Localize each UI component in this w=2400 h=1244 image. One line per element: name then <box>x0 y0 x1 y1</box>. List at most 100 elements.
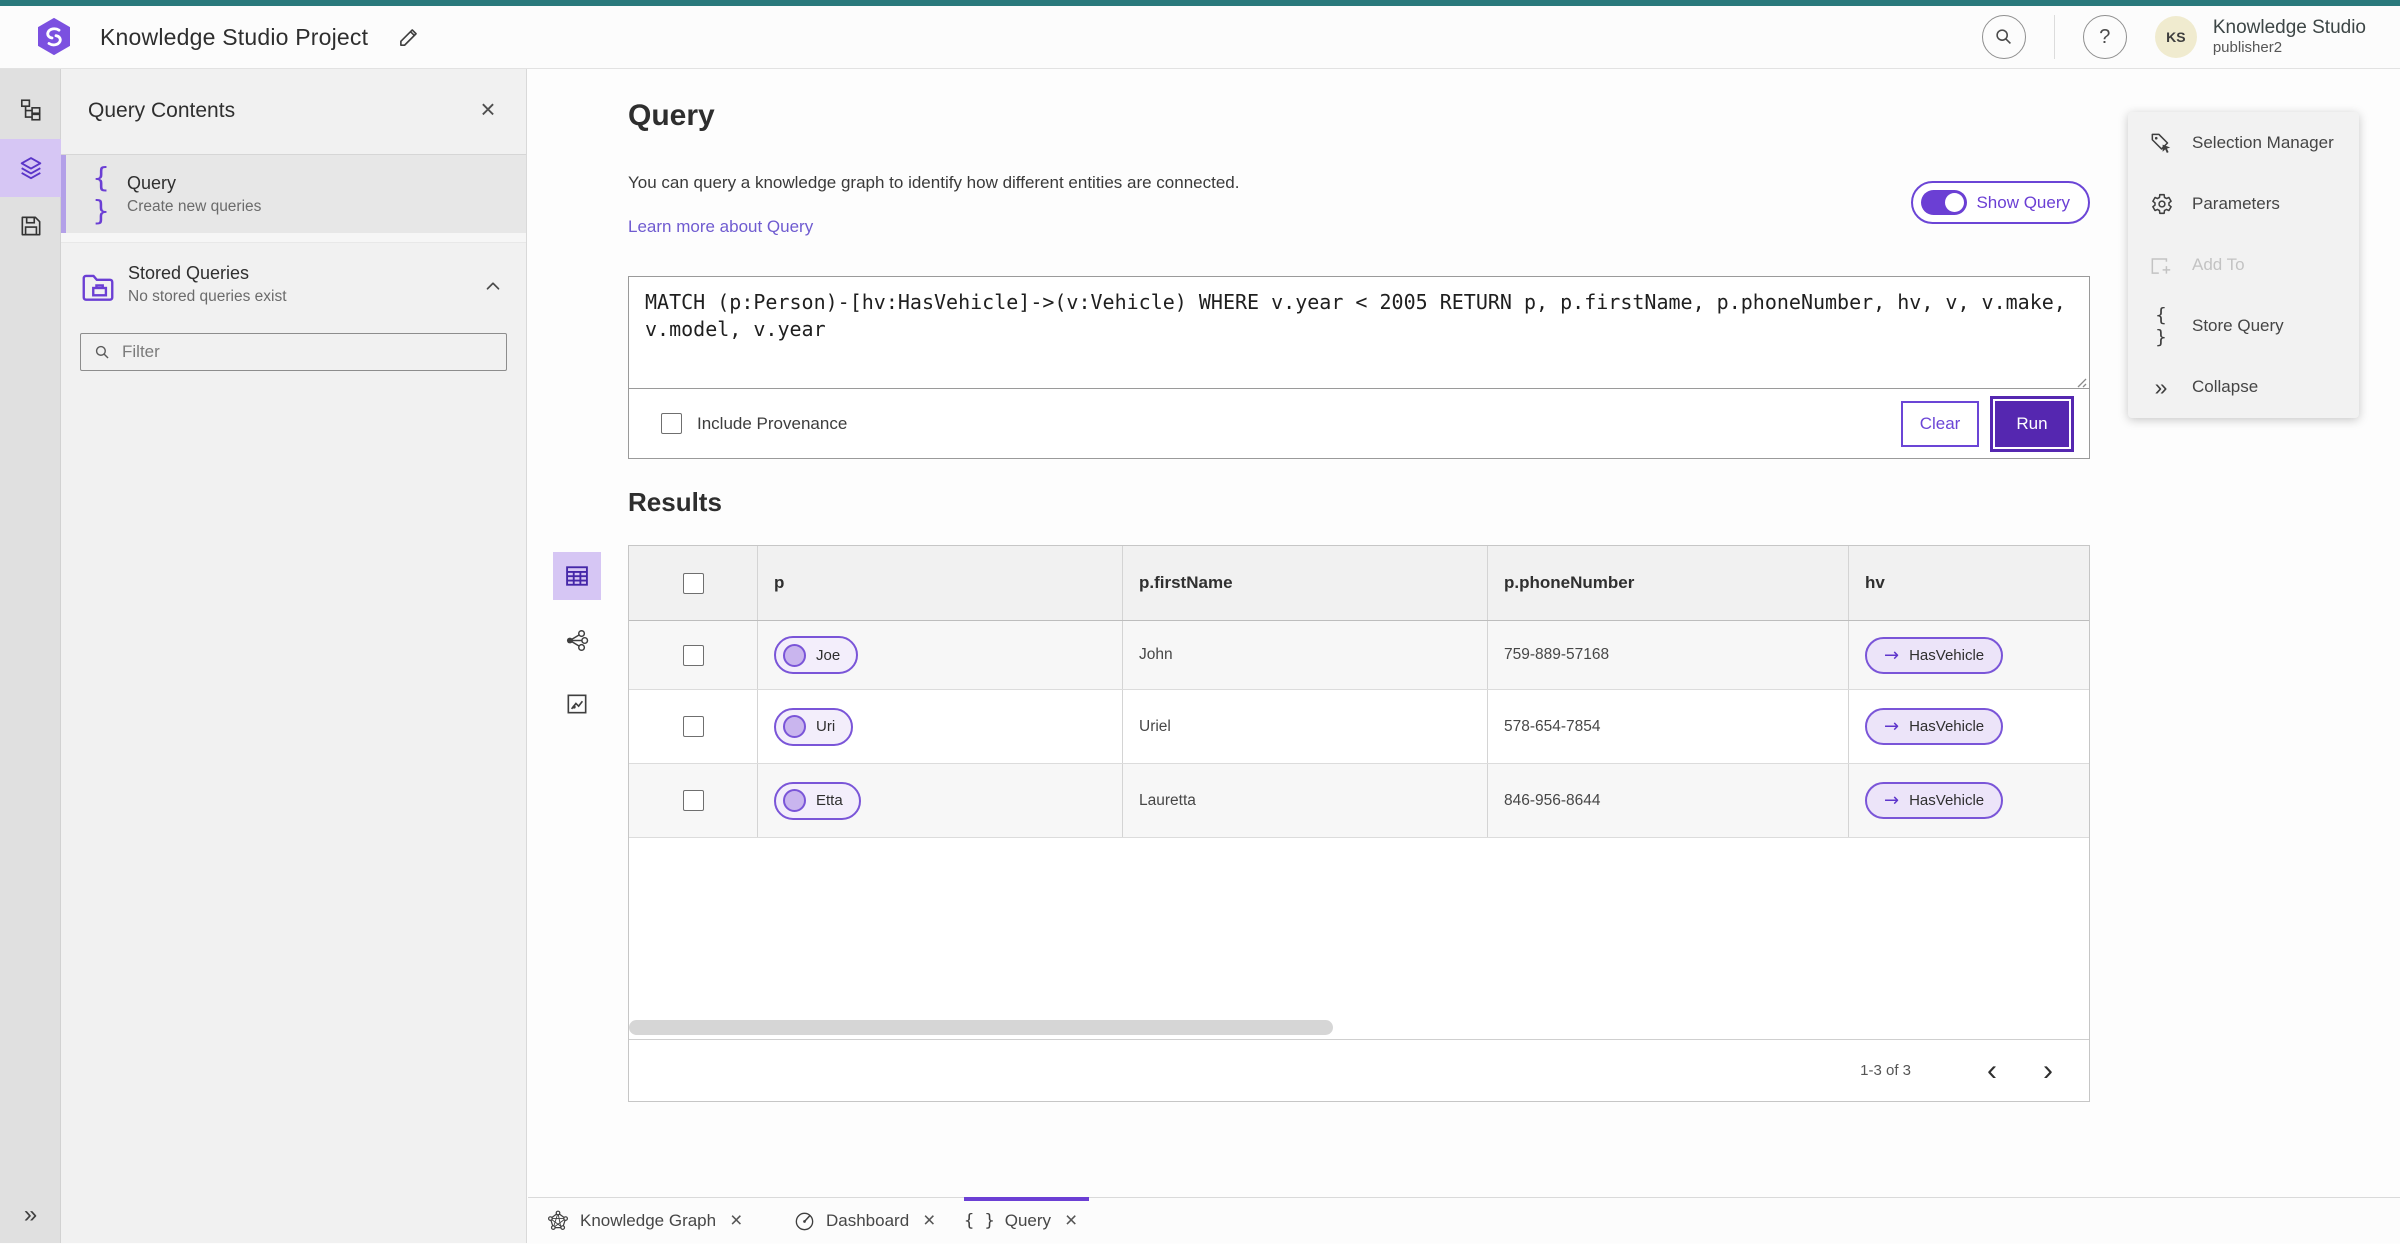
left-rail: » <box>0 69 61 1243</box>
select-row-checkbox[interactable] <box>683 645 704 666</box>
user-name: Knowledge Studio <box>2213 17 2366 39</box>
rail-save-button[interactable] <box>0 197 61 255</box>
double-chevron-right-icon: » <box>24 1201 37 1228</box>
column-header-hv[interactable]: hv <box>1849 546 2089 620</box>
graph-icon <box>564 627 591 654</box>
table-row: Etta Lauretta 846-956-8644 →HasVehicle <box>629 764 2089 838</box>
filter-field <box>80 333 507 371</box>
select-row-checkbox[interactable] <box>683 790 704 811</box>
stored-queries-section[interactable]: Stored Queries No stored queries exist <box>61 243 526 333</box>
tab-query[interactable]: { } Query × <box>964 1198 1077 1244</box>
project-title: Knowledge Studio Project <box>100 24 368 51</box>
edit-title-icon[interactable] <box>396 24 422 50</box>
column-header-firstname[interactable]: p.firstName <box>1123 546 1488 620</box>
table-row: Uri Uriel 578-654-7854 →HasVehicle <box>629 690 2089 764</box>
rail-layers-button[interactable] <box>0 139 61 197</box>
query-contents-panel: Query Contents × { } Query Create new qu… <box>61 69 527 1243</box>
query-input[interactable]: MATCH (p:Person)-[hv:HasVehicle]->(v:Veh… <box>629 277 2089 389</box>
table-icon <box>563 562 591 590</box>
next-page-button[interactable]: › <box>2027 1050 2069 1092</box>
cell-firstname: Lauretta <box>1123 764 1488 837</box>
run-button[interactable]: Run <box>1993 399 2071 449</box>
results-title: Results <box>628 487 722 518</box>
edge-pill[interactable]: →HasVehicle <box>1865 637 2003 674</box>
hierarchy-icon <box>18 97 44 123</box>
close-tab-icon[interactable]: × <box>730 1209 742 1233</box>
expand-panel-button[interactable]: » <box>0 1201 61 1229</box>
learn-more-link[interactable]: Learn more about Query <box>628 217 813 237</box>
bottom-tab-bar: Knowledge Graph × Dashboard × { } Query … <box>528 1197 2400 1243</box>
top-bar-divider <box>2054 15 2055 59</box>
chevron-right-icon: › <box>2043 1054 2053 1088</box>
add-to-button: Add To <box>2128 234 2359 295</box>
cell-firstname: Uriel <box>1123 690 1488 763</box>
table-header-row: p p.firstName p.phoneNumber hv <box>629 546 2089 621</box>
selected-indicator <box>61 155 66 233</box>
arrow-right-icon: → <box>1884 645 1899 666</box>
column-header-p[interactable]: p <box>758 546 1123 620</box>
selection-manager-button[interactable]: Selection Manager <box>2128 112 2359 173</box>
horizontal-scrollbar[interactable] <box>629 1020 1333 1035</box>
panel-title: Query Contents <box>88 99 235 123</box>
table-row: Joe John 759-889-57168 →HasVehicle <box>629 621 2089 690</box>
filter-input[interactable] <box>122 342 506 362</box>
query-editor: MATCH (p:Person)-[hv:HasVehicle]->(v:Veh… <box>628 276 2090 459</box>
rail-hierarchy-button[interactable] <box>0 81 61 139</box>
page-description: You can query a knowledge graph to ident… <box>628 173 1239 193</box>
show-query-toggle[interactable]: Show Query <box>1911 181 2090 224</box>
column-header-phonenumber[interactable]: p.phoneNumber <box>1488 546 1849 620</box>
stored-queries-folder-icon <box>79 269 117 307</box>
app-logo-icon <box>34 16 74 58</box>
side-actions-panel: Selection Manager Parameters Add To { } … <box>2128 112 2359 418</box>
graph-view-button[interactable] <box>553 616 601 664</box>
collapse-button[interactable]: » Collapse <box>2128 357 2359 418</box>
include-provenance-label: Include Provenance <box>697 414 847 434</box>
dashboard-icon <box>793 1210 816 1233</box>
user-avatar[interactable]: KS <box>2155 16 2197 58</box>
clear-button[interactable]: Clear <box>1901 401 1979 447</box>
query-editor-footer: Include Provenance Clear Run <box>629 389 2089 458</box>
edge-pill[interactable]: →HasVehicle <box>1865 782 2003 819</box>
chart-view-button[interactable] <box>553 680 601 728</box>
results-view-toolbar <box>552 552 602 728</box>
query-item[interactable]: { } Query Create new queries <box>61 155 526 233</box>
add-to-icon <box>2148 252 2174 278</box>
entity-pill[interactable]: Joe <box>774 636 858 674</box>
help-button[interactable]: ? <box>2083 15 2127 59</box>
gear-icon <box>2148 191 2174 217</box>
table-pagination: 1-3 of 3 ‹ › <box>629 1039 2089 1101</box>
search-icon <box>1993 26 2015 48</box>
cell-firstname: John <box>1123 621 1488 689</box>
tab-knowledge-graph[interactable]: Knowledge Graph × <box>546 1198 742 1244</box>
chevron-left-icon: ‹ <box>1987 1054 1997 1088</box>
cell-phonenumber: 578-654-7854 <box>1488 690 1849 763</box>
toggle-switch-on[interactable] <box>1921 190 1967 215</box>
node-icon <box>783 789 806 812</box>
double-chevron-right-icon: » <box>2148 376 2174 399</box>
close-panel-button[interactable]: × <box>470 91 506 127</box>
store-query-button[interactable]: { } Store Query <box>2128 296 2359 357</box>
top-bar: Knowledge Studio Project ? KS Knowledge … <box>0 6 2400 69</box>
table-view-button[interactable] <box>553 552 601 600</box>
pagination-label: 1-3 of 3 <box>1860 1062 1911 1079</box>
select-row-checkbox[interactable] <box>683 716 704 737</box>
edge-pill[interactable]: →HasVehicle <box>1865 708 2003 745</box>
braces-icon: { } <box>79 161 123 227</box>
close-tab-icon[interactable]: × <box>1065 1209 1077 1233</box>
chevron-up-icon[interactable] <box>482 275 504 297</box>
arrow-right-icon: → <box>1884 716 1899 737</box>
tab-dashboard[interactable]: Dashboard × <box>793 1198 935 1244</box>
select-all-checkbox[interactable] <box>683 573 704 594</box>
parameters-button[interactable]: Parameters <box>2128 173 2359 234</box>
question-mark-icon: ? <box>2099 26 2110 49</box>
save-icon <box>18 213 44 239</box>
entity-pill[interactable]: Etta <box>774 782 861 820</box>
previous-page-button[interactable]: ‹ <box>1971 1050 2013 1092</box>
user-role: publisher2 <box>2213 39 2366 56</box>
include-provenance-checkbox[interactable] <box>661 413 682 434</box>
entity-pill[interactable]: Uri <box>774 708 853 746</box>
close-tab-icon[interactable]: × <box>923 1209 935 1233</box>
selection-manager-icon <box>2148 130 2174 156</box>
table-empty-area <box>629 838 2089 1039</box>
search-button[interactable] <box>1982 15 2026 59</box>
